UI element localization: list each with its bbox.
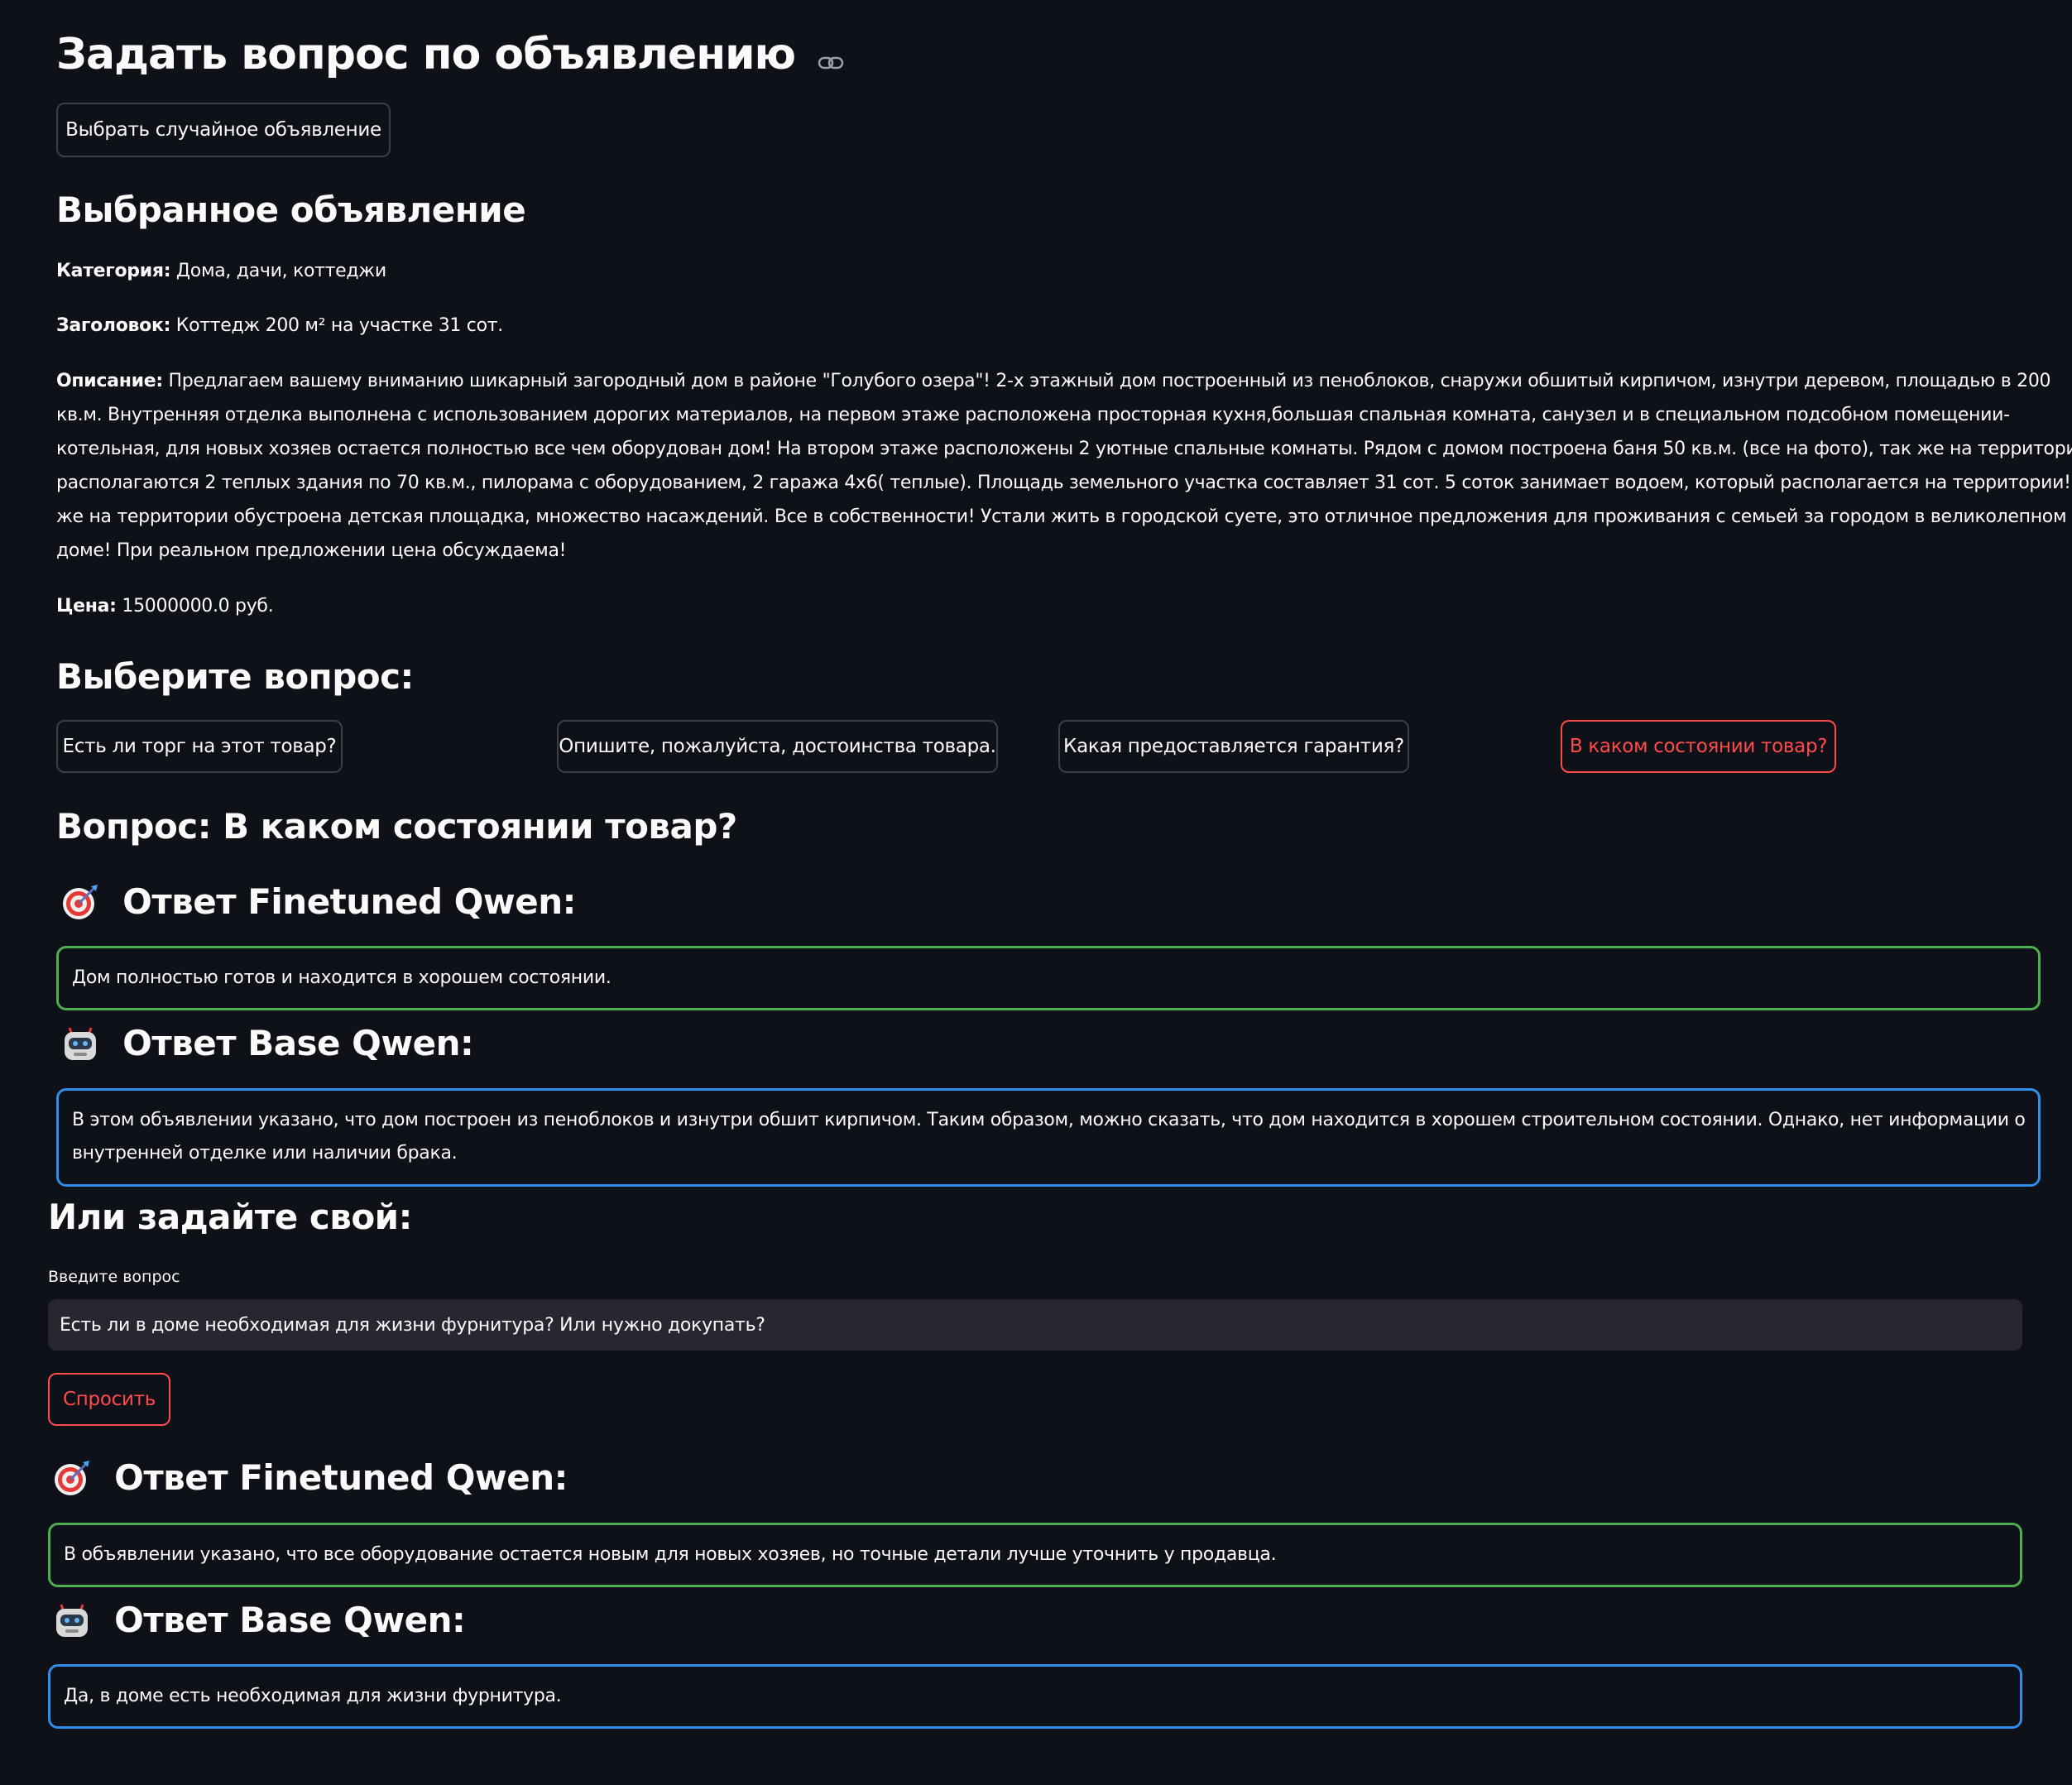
listing-price: Цена: 15000000.0 руб. <box>56 589 274 623</box>
base-answer-line: В этом объявлении указано, что дом постр… <box>72 1110 2026 1130</box>
finetuned-answer-heading-2: Ответ Finetuned Qwen: <box>53 1458 568 1497</box>
custom-question-heading: Или задайте свой: <box>48 1197 412 1237</box>
listing-category: Категория: Дома, дачи, коттеджи <box>56 254 386 288</box>
description-label: Описание: <box>56 371 163 391</box>
finetuned-answer-box-2: В объявлении указано, что все оборудован… <box>48 1523 2022 1587</box>
base-answer-text: Да, в доме есть необходимая для жизни фу… <box>64 1686 562 1706</box>
listing-title: Заголовок: Коттедж 200 м² на участке 31 … <box>56 309 503 343</box>
category-label: Категория: <box>56 261 171 281</box>
page-title-text: Задать вопрос по объявлению <box>56 30 796 79</box>
finetuned-answer-text: Дом полностью готов и находится в хороше… <box>72 967 612 988</box>
question-button-advantages[interactable]: Опишите, пожалуйста, достоинства товара. <box>557 720 998 773</box>
base-answer-box-1: В этом объявлении указано, что дом постр… <box>56 1088 2041 1187</box>
ask-button[interactable]: Спросить <box>48 1373 170 1426</box>
question-input-label: Введите вопрос <box>48 1268 180 1286</box>
finetuned-answer-text: В объявлении указано, что все оборудован… <box>64 1544 1277 1565</box>
finetuned-answer-box-1: Дом полностью готов и находится в хороше… <box>56 946 2041 1010</box>
questions-heading: Выберите вопрос: <box>56 656 414 697</box>
selected-question-heading: Вопрос: В каком состоянии товар? <box>56 806 737 847</box>
title-label: Заголовок: <box>56 315 171 336</box>
finetuned-answer-heading-1: Ответ Finetuned Qwen: <box>61 882 576 921</box>
description-line: Предлагаем вашему вниманию шикарный заго… <box>162 371 2051 391</box>
target-dart-icon <box>61 883 99 921</box>
listing-heading: Выбранное объявление <box>56 190 526 230</box>
description-line: кв.м. Внутренняя отделка выполнена с исп… <box>56 405 2010 425</box>
listing-description: Описание: Предлагаем вашему вниманию шик… <box>56 364 2072 568</box>
description-line: располагаются 2 теплых здания по 70 кв.м… <box>56 473 2072 493</box>
description-line: котельная, для новых хозяев остается пол… <box>56 439 2072 459</box>
title-value: Коттедж 200 м² на участке 31 сот. <box>170 315 504 336</box>
question-input[interactable]: Есть ли в доме необходимая для жизни фур… <box>48 1299 2022 1351</box>
question-input-value: Есть ли в доме необходимая для жизни фур… <box>60 1314 765 1336</box>
page-title: Задать вопрос по объявлению <box>56 33 844 79</box>
base-heading-text: Ответ Base Qwen: <box>114 1599 466 1640</box>
finetuned-heading-text: Ответ Finetuned Qwen: <box>114 1456 568 1498</box>
base-answer-heading-1: Ответ Base Qwen: <box>61 1022 474 1063</box>
price-value: 15000000.0 руб. <box>116 596 274 617</box>
base-answer-heading-2: Ответ Base Qwen: <box>53 1599 466 1640</box>
description-line: доме! При реальном предложении цена обсу… <box>56 540 567 561</box>
random-listing-button[interactable]: Выбрать случайное объявление <box>56 103 391 157</box>
robot-icon <box>53 1601 91 1639</box>
base-heading-text: Ответ Base Qwen: <box>122 1022 474 1063</box>
base-answer-line: внутренней отделке или наличии брака. <box>72 1143 458 1164</box>
question-button-condition[interactable]: В каком состоянии товар? <box>1561 720 1836 773</box>
category-value: Дома, дачи, коттеджи <box>170 261 386 281</box>
finetuned-heading-text: Ответ Finetuned Qwen: <box>122 881 576 922</box>
link-icon[interactable] <box>818 36 844 79</box>
base-answer-box-2: Да, в доме есть необходимая для жизни фу… <box>48 1664 2022 1729</box>
robot-icon <box>61 1024 99 1063</box>
description-line: же на территории обустроена детская площ… <box>56 506 2067 527</box>
target-dart-icon <box>53 1459 91 1497</box>
question-button-warranty[interactable]: Какая предоставляется гарантия? <box>1058 720 1409 773</box>
question-button-bargain[interactable]: Есть ли торг на этот товар? <box>56 720 343 773</box>
price-label: Цена: <box>56 596 117 617</box>
